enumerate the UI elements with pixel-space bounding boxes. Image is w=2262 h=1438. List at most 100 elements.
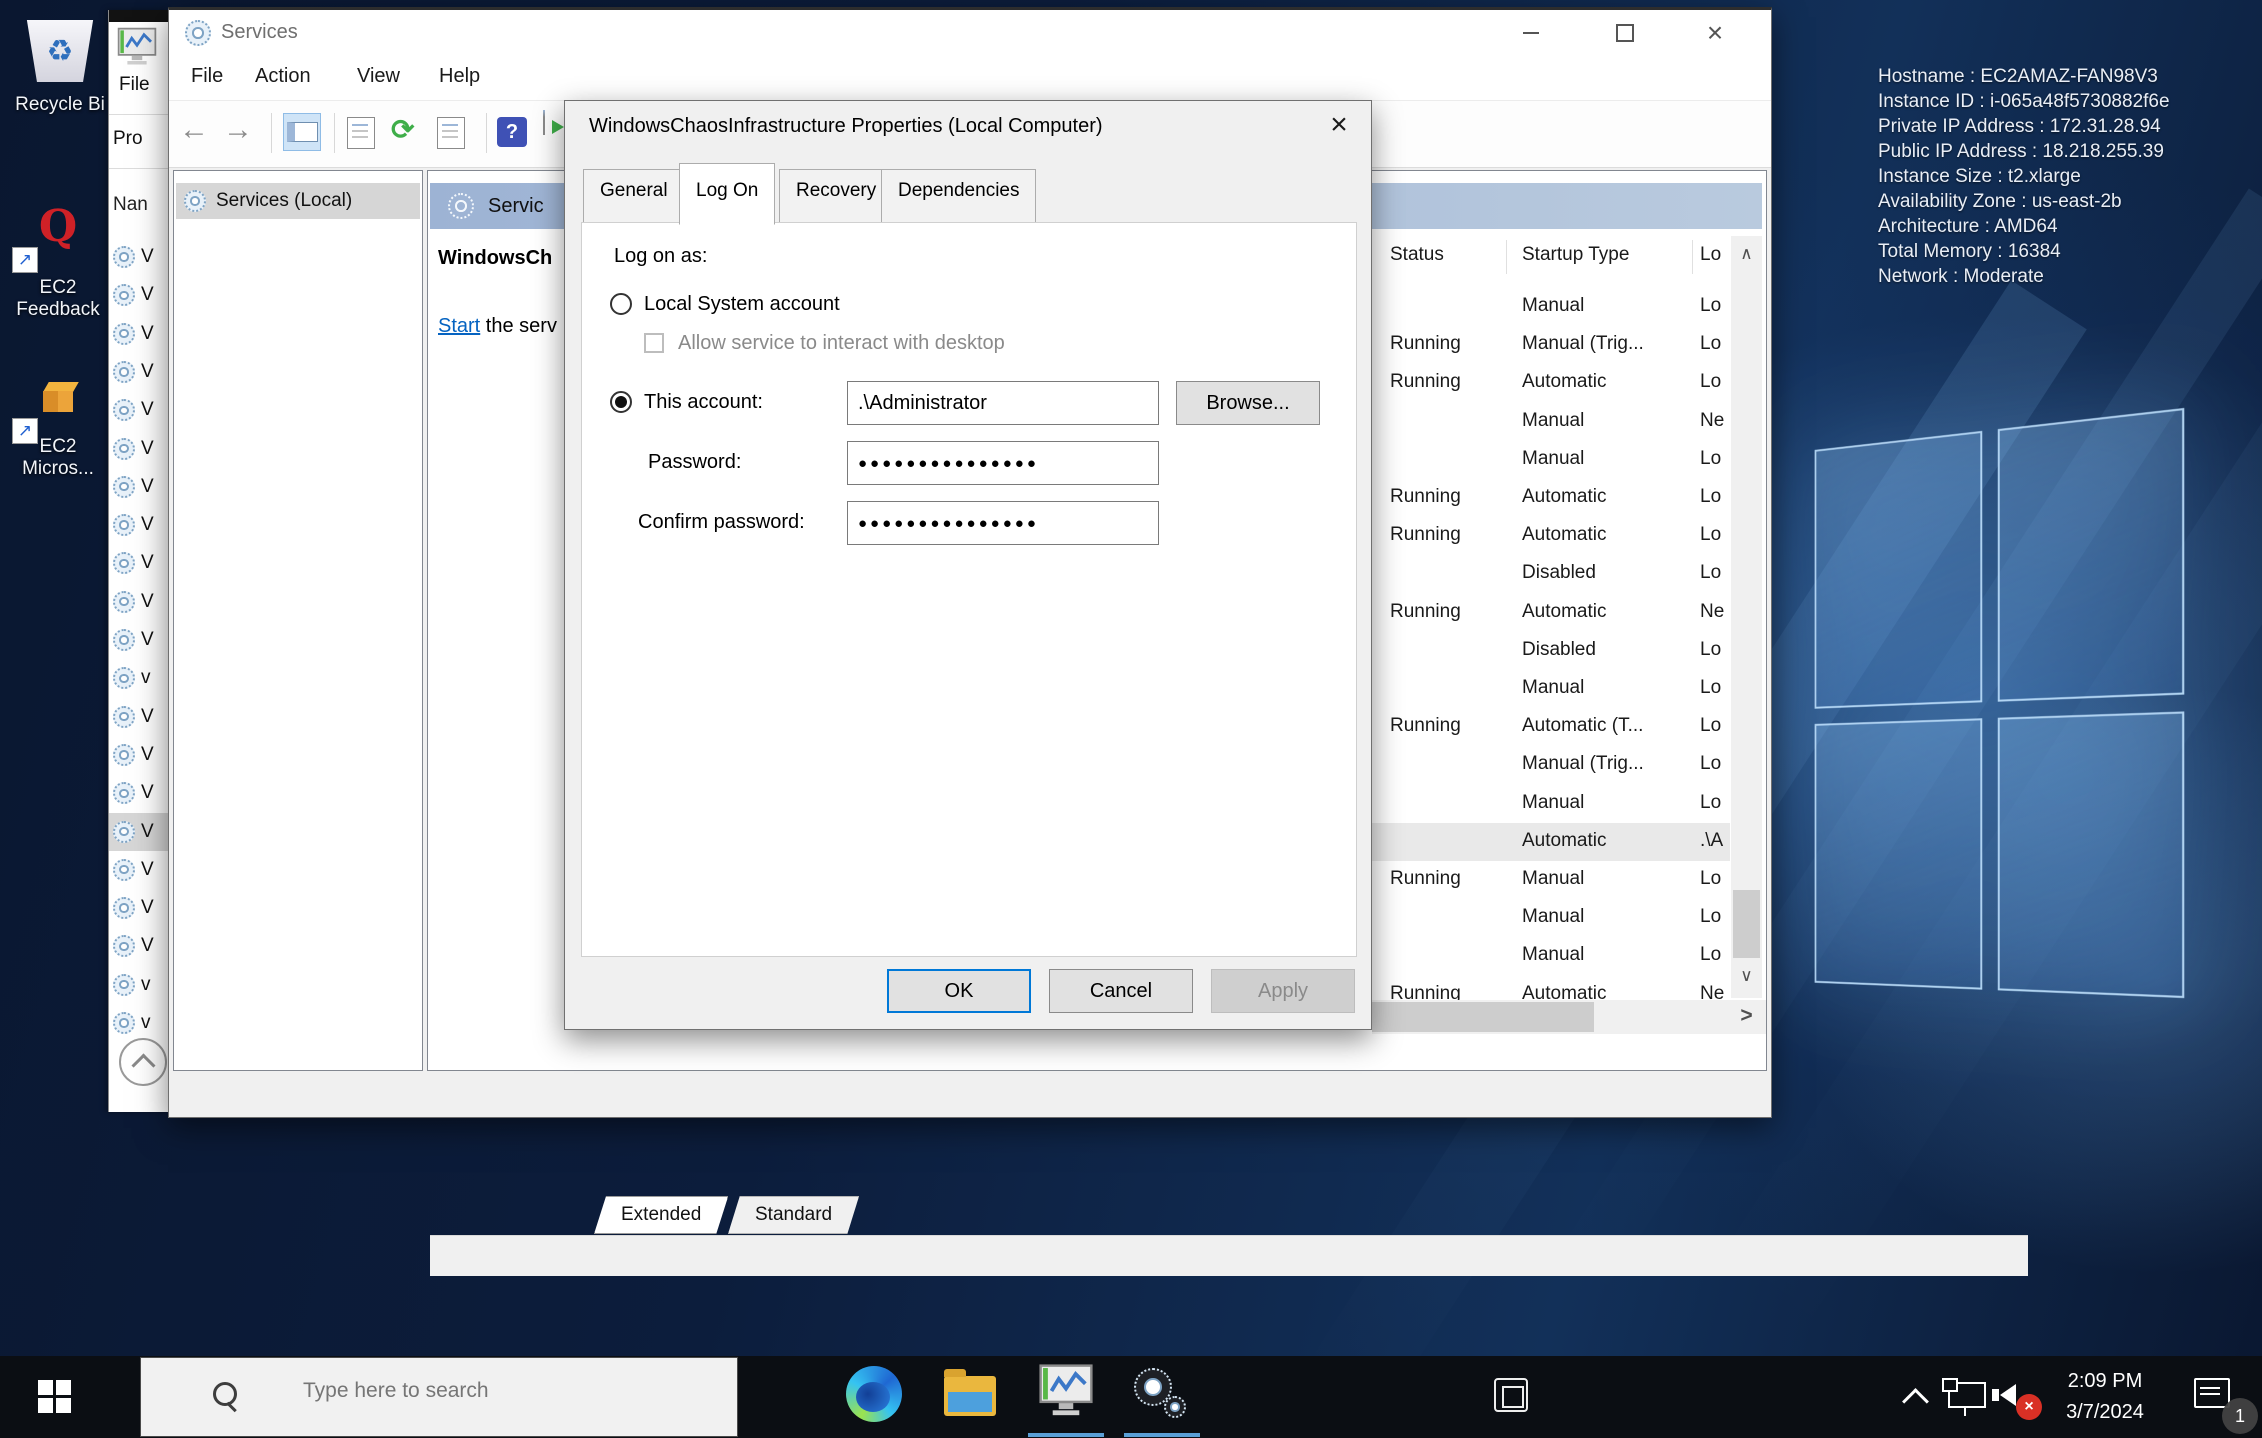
desktop-icon-ec2-feedback[interactable]: Q ↗ EC2 Feedback bbox=[6, 205, 110, 321]
dialog-close-icon[interactable]: × bbox=[1317, 105, 1361, 145]
menu-view[interactable]: View bbox=[357, 65, 400, 88]
service-list-row[interactable]: RunningAutomaticLo bbox=[1372, 364, 1730, 402]
name-column-header[interactable]: Nan bbox=[113, 194, 148, 216]
menu-action[interactable]: Action bbox=[255, 65, 311, 88]
background-service-row[interactable]: V bbox=[109, 851, 169, 889]
background-service-row[interactable]: v bbox=[109, 1004, 169, 1042]
this-account-radio[interactable] bbox=[610, 391, 632, 413]
taskbar-edge-icon[interactable] bbox=[846, 1366, 902, 1422]
background-service-row[interactable]: V bbox=[109, 698, 169, 736]
tab-standard[interactable]: Standard bbox=[728, 1196, 859, 1234]
background-service-row[interactable]: V bbox=[109, 391, 169, 429]
scroll-down-arrow-icon[interactable]: ∨ bbox=[1731, 966, 1762, 986]
account-input[interactable]: .\Administrator bbox=[847, 381, 1159, 425]
taskbar-file-explorer-icon[interactable] bbox=[944, 1376, 996, 1416]
help-icon[interactable]: ? bbox=[497, 117, 527, 147]
forward-arrow-icon[interactable]: → bbox=[223, 115, 253, 145]
maximize-button[interactable] bbox=[1603, 18, 1647, 48]
password-input[interactable]: ●●●●●●●●●●●●●●● bbox=[847, 441, 1159, 485]
background-service-row[interactable]: V bbox=[109, 583, 169, 621]
service-list-row[interactable]: DisabledLo bbox=[1372, 632, 1730, 670]
properties-icon[interactable] bbox=[347, 117, 375, 149]
service-list-row[interactable]: RunningManualLo bbox=[1372, 861, 1730, 899]
service-list-row[interactable]: Manual (Trig...Lo bbox=[1372, 746, 1730, 784]
tab-log-on[interactable]: Log On bbox=[679, 163, 775, 225]
taskbar-search[interactable] bbox=[140, 1357, 738, 1437]
action-center-icon[interactable] bbox=[2194, 1378, 2230, 1408]
column-header-status[interactable]: Status bbox=[1390, 244, 1444, 286]
notification-badge[interactable]: 1 bbox=[2222, 1398, 2258, 1434]
scroll-up-button[interactable] bbox=[119, 1038, 167, 1086]
service-list-row[interactable]: Automatic.\A bbox=[1372, 823, 1730, 861]
service-list-row[interactable]: ManualNe bbox=[1372, 403, 1730, 441]
allow-desktop-checkbox[interactable] bbox=[644, 333, 664, 353]
minimize-button[interactable] bbox=[1509, 18, 1553, 48]
background-service-row[interactable]: V bbox=[109, 813, 169, 851]
service-list-row[interactable]: RunningAutomaticLo bbox=[1372, 479, 1730, 517]
background-service-row[interactable]: V bbox=[109, 621, 169, 659]
background-service-row[interactable]: V bbox=[109, 468, 169, 506]
service-list-row[interactable]: ManualLo bbox=[1372, 288, 1730, 326]
service-list-row[interactable]: RunningAutomatic (T...Lo bbox=[1372, 708, 1730, 746]
start-button[interactable] bbox=[0, 1356, 112, 1438]
column-header-logon[interactable]: Lo bbox=[1700, 244, 1721, 286]
service-list-row[interactable]: ManualLo bbox=[1372, 899, 1730, 937]
cancel-button[interactable]: Cancel bbox=[1049, 969, 1193, 1013]
volume-icon[interactable] bbox=[2000, 1384, 2016, 1406]
close-button[interactable]: × bbox=[1693, 18, 1737, 48]
vertical-scrollbar[interactable]: ∧ ∨ bbox=[1731, 236, 1762, 998]
tab-general[interactable]: General bbox=[583, 169, 685, 223]
export-list-icon[interactable] bbox=[437, 117, 465, 149]
background-service-row[interactable]: V bbox=[109, 506, 169, 544]
tab-extended[interactable]: Extended bbox=[594, 1196, 728, 1234]
scroll-right-arrow-icon[interactable]: > bbox=[1731, 1004, 1762, 1028]
service-list-row[interactable]: ManualLo bbox=[1372, 441, 1730, 479]
service-list-row[interactable]: RunningAutomaticNe bbox=[1372, 594, 1730, 632]
confirm-password-input[interactable]: ●●●●●●●●●●●●●●● bbox=[847, 501, 1159, 545]
start-service-link[interactable]: Start bbox=[438, 315, 480, 337]
service-list-row[interactable]: ManualLo bbox=[1372, 670, 1730, 708]
desktop-icon-ec2-microsoft[interactable]: ↗ EC2 Micros... bbox=[6, 382, 110, 480]
background-service-row[interactable]: V bbox=[109, 889, 169, 927]
service-list-row[interactable]: RunningManual (Trig...Lo bbox=[1372, 326, 1730, 364]
back-arrow-icon[interactable]: ← bbox=[179, 115, 209, 145]
scrollbar-thumb[interactable] bbox=[1372, 1002, 1594, 1032]
background-service-row[interactable]: V bbox=[109, 353, 169, 391]
background-toolbar-text[interactable]: Pro bbox=[113, 128, 143, 150]
column-header-startup-type[interactable]: Startup Type bbox=[1522, 244, 1629, 286]
background-service-row[interactable]: V bbox=[109, 276, 169, 314]
background-service-row[interactable]: V bbox=[109, 315, 169, 353]
service-list-row[interactable]: ManualLo bbox=[1372, 937, 1730, 975]
task-view-button[interactable] bbox=[740, 1356, 802, 1438]
scrollbar-thumb[interactable] bbox=[1733, 890, 1760, 958]
background-service-row[interactable]: V bbox=[109, 238, 169, 276]
tab-recovery[interactable]: Recovery bbox=[779, 169, 893, 223]
show-console-tree-icon[interactable] bbox=[283, 113, 321, 151]
taskbar-services-icon[interactable] bbox=[1132, 1366, 1192, 1422]
service-list-row[interactable]: RunningAutomaticLo bbox=[1372, 517, 1730, 555]
refresh-icon[interactable]: ⟳ bbox=[391, 113, 414, 146]
menu-file[interactable]: File bbox=[191, 65, 223, 88]
start-service-icon[interactable] bbox=[543, 110, 545, 135]
local-system-radio[interactable] bbox=[610, 293, 632, 315]
background-menu-file[interactable]: File bbox=[119, 74, 150, 96]
horizontal-scrollbar[interactable]: > bbox=[1372, 1000, 1766, 1034]
scroll-up-arrow-icon[interactable]: ∧ bbox=[1731, 244, 1762, 264]
apply-button[interactable]: Apply bbox=[1211, 969, 1355, 1013]
browse-button[interactable]: Browse... bbox=[1176, 381, 1320, 425]
network-icon[interactable] bbox=[1948, 1382, 1986, 1408]
search-input[interactable] bbox=[301, 1378, 705, 1404]
background-service-row[interactable]: V bbox=[109, 430, 169, 468]
tab-dependencies[interactable]: Dependencies bbox=[881, 169, 1036, 223]
menu-help[interactable]: Help bbox=[439, 65, 480, 88]
background-service-row[interactable]: V bbox=[109, 736, 169, 774]
background-service-row[interactable]: v bbox=[109, 659, 169, 697]
ok-button[interactable]: OK bbox=[887, 969, 1031, 1013]
service-list-row[interactable]: ManualLo bbox=[1372, 785, 1730, 823]
background-service-row[interactable]: V bbox=[109, 774, 169, 812]
background-service-row[interactable]: V bbox=[109, 544, 169, 582]
taskbar-performance-monitor-icon[interactable] bbox=[1036, 1362, 1096, 1425]
desktop-icon-recycle-bin[interactable]: ♻ Recycle Bi bbox=[10, 20, 110, 116]
tree-item-services-local[interactable]: Services (Local) bbox=[176, 183, 420, 219]
window-title-bar[interactable]: Services × bbox=[169, 10, 1771, 56]
